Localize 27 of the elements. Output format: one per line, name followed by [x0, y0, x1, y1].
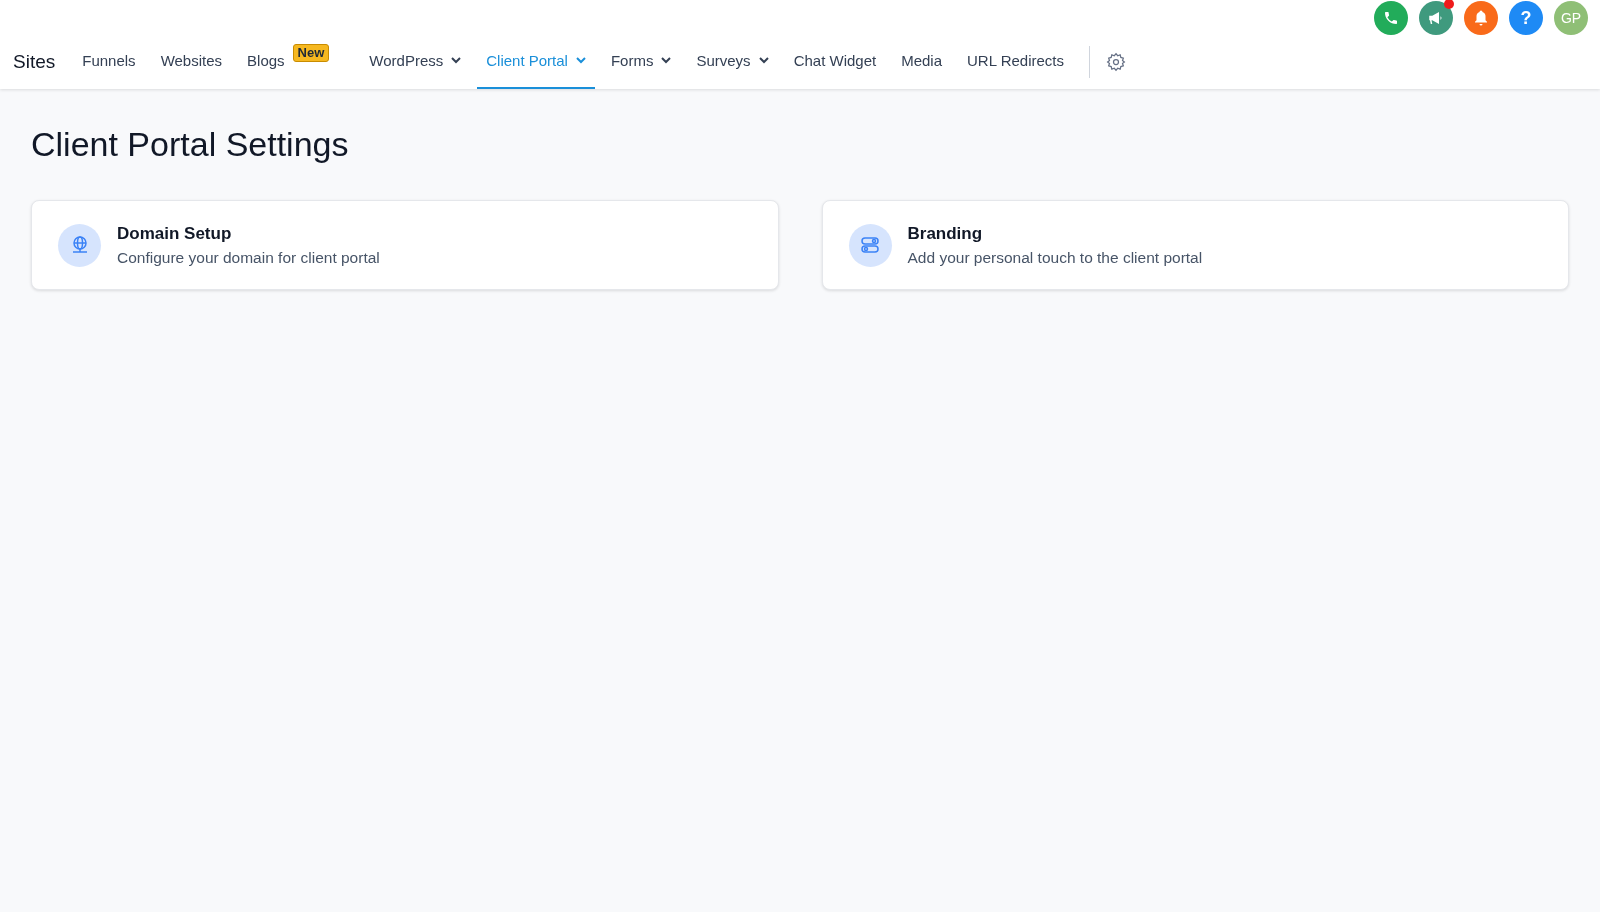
nav-tab[interactable]: Media: [892, 0, 952, 89]
app-title: Sites: [13, 50, 56, 73]
settings-card[interactable]: Branding Add your personal touch to the client portal: [821, 200, 1569, 290]
bell-icon: [1472, 9, 1490, 27]
nav-tab[interactable]: Surveys: [687, 0, 778, 89]
card-description: Add your personal touch to the client portal: [907, 248, 1203, 267]
nav-tab[interactable]: Client Portal: [477, 0, 595, 89]
nav-tab[interactable]: URL Redirects: [958, 0, 1073, 89]
card-description: Configure your domain for client portal: [117, 248, 380, 267]
nav-tab[interactable]: Forms: [601, 0, 681, 89]
new-badge: New: [292, 43, 330, 62]
bell-button[interactable]: [1464, 1, 1498, 35]
nav-tab[interactable]: Websites: [151, 0, 232, 89]
phone-button[interactable]: [1374, 1, 1408, 35]
megaphone-button[interactable]: [1419, 1, 1453, 35]
settings-card[interactable]: Domain Setup Configure your domain for client portal: [31, 200, 779, 290]
nav-tab[interactable]: Funnels: [73, 0, 145, 89]
nav-tab[interactable]: Chat Widget: [784, 0, 886, 89]
phone-icon: [1383, 10, 1399, 26]
toggles-icon: [860, 236, 880, 254]
card-title: Branding: [907, 223, 984, 244]
card-title: Domain Setup: [117, 223, 233, 244]
nav-tab[interactable]: Blogs New: [238, 0, 339, 89]
page-title: Client Portal Settings: [31, 125, 350, 164]
nav-tab[interactable]: WordPress: [360, 0, 471, 89]
settings-icon[interactable]: [1106, 51, 1126, 72]
globe-icon: [70, 235, 89, 255]
